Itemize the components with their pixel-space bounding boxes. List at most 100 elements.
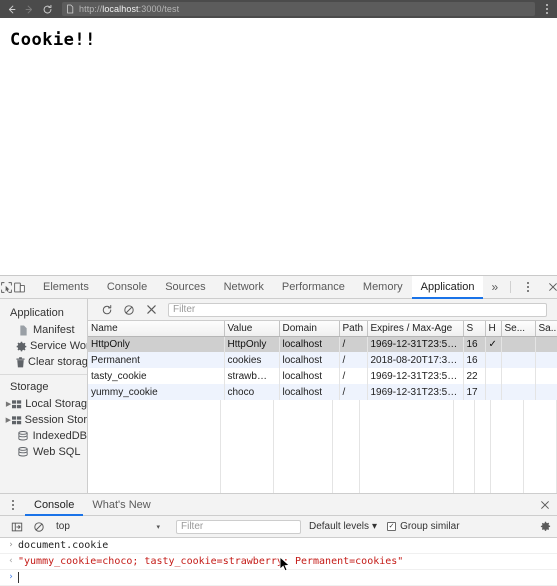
cell-path: / xyxy=(339,368,368,384)
table-empty-area xyxy=(88,400,557,493)
manifest-file-icon xyxy=(16,325,30,336)
tabbar-right-divider xyxy=(510,281,512,293)
device-toolbar-button[interactable] xyxy=(13,276,26,298)
tab-console[interactable]: Console xyxy=(98,276,156,298)
tab-elements[interactable]: Elements xyxy=(34,276,98,298)
column-header-domain[interactable]: Domain xyxy=(279,321,340,337)
browser-menu-button[interactable] xyxy=(539,0,555,18)
checkbox-icon[interactable]: ✓ xyxy=(387,522,397,531)
cell-domain: localhost xyxy=(279,336,340,352)
sidebar-item-clear-storage[interactable]: Clear storage xyxy=(0,354,87,370)
cell-secure xyxy=(501,368,536,384)
url-scheme: http:// xyxy=(79,4,103,14)
tab-memory[interactable]: Memory xyxy=(354,276,412,298)
cell-name: tasty_cookie xyxy=(88,368,225,384)
cell-httponly xyxy=(485,384,502,400)
cell-expires: 2018-08-20T17:3… xyxy=(367,352,464,368)
storage-grid-icon xyxy=(11,415,22,425)
devtools-tabbar: Elements Console Sources Network Perform… xyxy=(0,276,557,299)
column-header-size[interactable]: S xyxy=(463,321,486,337)
database-icon xyxy=(16,446,30,458)
clear-console-button[interactable] xyxy=(28,516,50,537)
console-context-selector[interactable]: top ▾ xyxy=(50,521,168,532)
trash-icon xyxy=(16,356,25,368)
column-header-value[interactable]: Value xyxy=(224,321,280,337)
sidebar-item-service-workers[interactable]: Service Work xyxy=(0,338,87,354)
console-settings-button[interactable] xyxy=(540,521,551,532)
column-header-expires[interactable]: Expires / Max-Age xyxy=(367,321,464,337)
tab-sources[interactable]: Sources xyxy=(156,276,214,298)
column-header-httponly[interactable]: H xyxy=(485,321,502,337)
cell-httponly: ✓ xyxy=(485,336,502,352)
chevron-right-icon[interactable]: ▶ xyxy=(5,416,12,424)
more-tabs-button[interactable]: » xyxy=(483,276,506,298)
cookies-panel: Name Value Domain Path Expires / Max-Age… xyxy=(88,299,557,493)
drawer-menu-button[interactable] xyxy=(0,494,25,515)
back-button[interactable] xyxy=(2,0,20,18)
reload-icon xyxy=(43,4,51,13)
console-result-marker: ‹ xyxy=(8,556,14,566)
table-row[interactable]: yummy_cookie choco localhost / 1969-12-3… xyxy=(88,384,557,400)
delete-cookie-icon xyxy=(146,305,156,314)
console-filter-input[interactable] xyxy=(176,519,301,534)
sidebar-item-label: Session Stor xyxy=(24,414,87,426)
console-result-text: "yummy_cookie=choco; tasty_cookie=strawb… xyxy=(18,556,404,567)
sidebar-item-manifest[interactable]: Manifest xyxy=(0,322,87,338)
forward-button[interactable] xyxy=(20,0,38,18)
sidebar-item-local-storage[interactable]: ▶ Local Storag xyxy=(0,396,87,412)
sidebar-item-label: IndexedDB xyxy=(32,430,87,442)
drawer-tab-whats-new[interactable]: What's New xyxy=(83,494,159,515)
cookies-table-container: Name Value Domain Path Expires / Max-Age… xyxy=(88,321,557,493)
column-header-path[interactable]: Path xyxy=(339,321,368,337)
tab-performance[interactable]: Performance xyxy=(273,276,354,298)
cell-expires: 1969-12-31T23:5… xyxy=(367,384,464,400)
service-worker-gear-icon xyxy=(16,341,27,352)
cell-samesite xyxy=(535,352,557,368)
address-bar[interactable]: http://localhost:3000/test xyxy=(62,2,535,16)
cell-size: 16 xyxy=(463,352,486,368)
console-input-text: document.cookie xyxy=(18,540,109,551)
table-row[interactable]: tasty_cookie strawb… localhost / 1969-12… xyxy=(88,368,557,384)
group-similar-toggle[interactable]: ✓ Group similar xyxy=(387,521,460,532)
cell-domain: localhost xyxy=(279,352,340,368)
console-sidebar-toggle-button[interactable] xyxy=(6,516,28,537)
drawer-close-button[interactable] xyxy=(532,494,557,515)
column-header-secure[interactable]: Se... xyxy=(501,321,536,337)
drawer-tab-console[interactable]: Console xyxy=(25,494,84,516)
reload-button[interactable] xyxy=(38,0,56,18)
url-host: localhost xyxy=(102,4,139,14)
sidebar-item-session-storage[interactable]: ▶ Session Stor xyxy=(0,412,87,428)
console-prompt-marker: › xyxy=(8,572,14,582)
refresh-cookies-button[interactable] xyxy=(96,299,118,320)
sidebar-item-label: Manifest xyxy=(33,324,75,336)
cookies-filter-input[interactable] xyxy=(168,302,547,317)
cell-httponly xyxy=(485,352,502,368)
sidebar-item-label: Clear storage xyxy=(28,356,88,368)
cell-secure xyxy=(501,336,536,352)
console-levels-selector[interactable]: Default levels ▾ xyxy=(309,521,377,532)
table-row[interactable]: Permanent cookies localhost / 2018-08-20… xyxy=(88,352,557,368)
tab-network[interactable]: Network xyxy=(215,276,273,298)
cookies-toolbar xyxy=(88,299,557,321)
sidebar-item-indexeddb[interactable]: IndexedDB xyxy=(0,428,87,444)
clear-all-cookies-button[interactable] xyxy=(118,299,140,320)
table-row[interactable]: HttpOnly HttpOnly localhost / 1969-12-31… xyxy=(88,336,557,352)
delete-cookie-button[interactable] xyxy=(140,299,162,320)
chevron-down-icon: ▾ xyxy=(372,521,378,532)
cell-secure xyxy=(501,352,536,368)
devtools-settings-button[interactable] xyxy=(515,276,540,298)
cell-samesite xyxy=(535,368,557,384)
sidebar-item-web-sql[interactable]: Web SQL xyxy=(0,444,87,460)
devtools-close-button[interactable] xyxy=(540,276,557,298)
column-header-name[interactable]: Name xyxy=(88,321,225,337)
console-prompt[interactable]: › xyxy=(0,570,557,586)
console-input-marker: › xyxy=(8,540,14,550)
column-header-samesite[interactable]: Sa... xyxy=(535,321,557,337)
chevron-right-icon[interactable]: ▶ xyxy=(5,400,12,408)
cell-expires: 1969-12-31T23:5… xyxy=(367,368,464,384)
inspect-element-button[interactable] xyxy=(0,276,13,298)
tab-application[interactable]: Application xyxy=(411,276,484,299)
refresh-icon xyxy=(102,304,112,314)
console-result-line: ‹ "yummy_cookie=choco; tasty_cookie=stra… xyxy=(0,554,557,570)
sidebar-item-label: Web SQL xyxy=(33,446,81,458)
